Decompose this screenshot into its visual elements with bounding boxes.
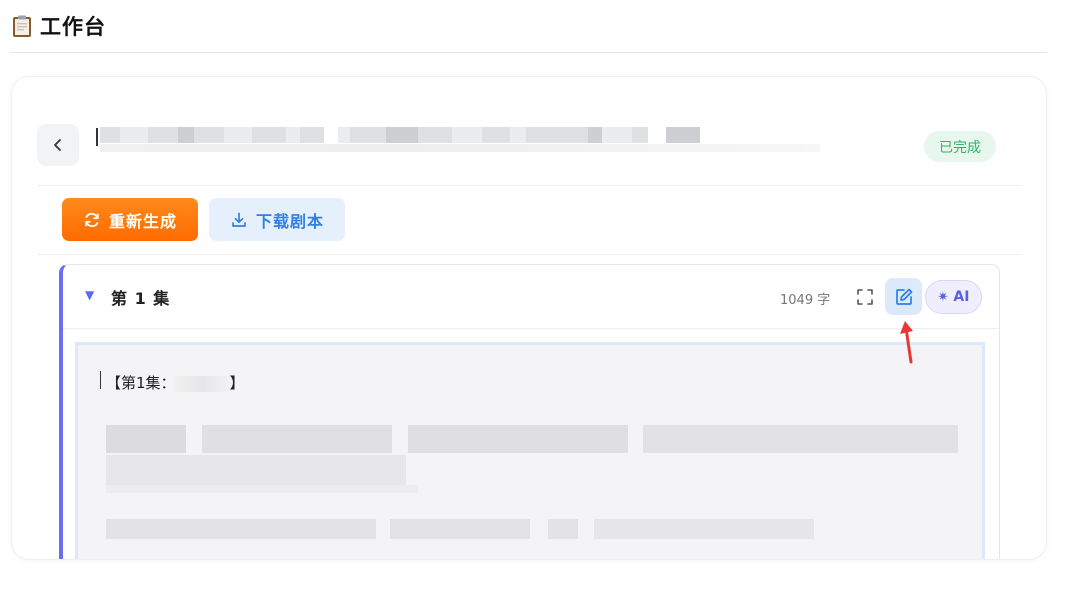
fullscreen-icon [857,289,873,305]
ai-button[interactable]: ✷ AI [925,280,982,314]
ai-label: AI [953,289,970,305]
regenerate-button[interactable]: 重新生成 [62,198,198,241]
script-editor[interactable]: 【第1集： 】 [75,342,985,559]
download-label: 下载剧本 [255,211,324,231]
episode-heading-suffix: 】 [229,374,245,392]
fullscreen-button[interactable] [851,283,879,311]
script-detail-card: 已完成 重新生成 下载剧本 ▼ 第 1 集 1049 字 ✷ AI 【第1集： … [11,76,1047,560]
status-badge: 已完成 [924,131,996,162]
episode-heading-prefix: 【第1集： [106,374,176,392]
red-arrow-icon [900,321,913,364]
download-icon [232,212,246,227]
edit-icon [895,288,912,305]
word-count: 1049 字 [780,293,831,308]
regenerate-label: 重新生成 [108,211,177,231]
episode-heading: 【第1集： 】 [106,372,245,393]
episode-panel: ▼ 第 1 集 1049 字 ✷ AI 【第1集： 】 [59,264,1000,559]
chevron-left-icon [54,139,61,151]
triangle-down-icon[interactable]: ▼ [85,288,94,302]
workspace-page: 工作台 已完成 重新生成 下载剧本 ▼ 第 1 集 1049 字 ✷ AI 【第… [0,0,1080,593]
page-header: 工作台 [10,0,1047,53]
blurred-script-title-shadow [100,144,820,152]
editor-text-cursor [100,371,101,389]
episode-header: ▼ 第 1 集 1049 字 ✷ AI [63,265,999,329]
blurred-heading-text [172,375,233,392]
page-title: 工作台 [40,15,106,39]
action-bar: 重新生成 下载剧本 [37,186,1022,255]
edit-button[interactable] [885,278,922,315]
back-button[interactable] [37,124,79,166]
episode-title: 第 1 集 [111,289,171,308]
script-topbar: 已完成 [37,102,1022,186]
download-script-button[interactable]: 下载剧本 [209,198,345,241]
clipboard-icon [13,15,31,37]
sparkle-icon: ✷ [937,289,949,305]
title-text-cursor [96,128,98,146]
refresh-icon [85,212,99,227]
